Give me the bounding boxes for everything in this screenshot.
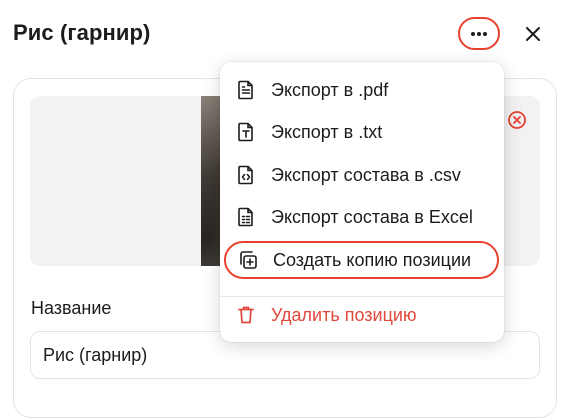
remove-circle-icon — [508, 111, 526, 129]
menu-item-label: Удалить позицию — [271, 304, 417, 325]
menu-item-label: Создать копию позиции — [273, 249, 472, 270]
copy-plus-icon — [238, 249, 258, 271]
menu-item-label: Экспорт состава в .csv — [271, 164, 461, 185]
menu-item-duplicate[interactable]: Создать копию позиции — [224, 241, 499, 279]
menu-item-export-csv[interactable]: Экспорт состава в .csv — [220, 156, 504, 194]
menu-item-label: Экспорт в .pdf — [271, 79, 389, 100]
menu-item-export-excel[interactable]: Экспорт состава в Excel — [220, 198, 504, 236]
menu-item-export-pdf[interactable]: Экспорт в .pdf — [220, 71, 504, 109]
page-title: Рис (гарнир) — [13, 20, 151, 45]
more-horizontal-icon — [471, 31, 487, 36]
file-type-icon — [236, 121, 256, 143]
file-spreadsheet-icon — [236, 206, 256, 228]
trash-icon — [236, 304, 256, 326]
remove-photo-button[interactable] — [506, 109, 528, 131]
menu-item-delete[interactable]: Удалить позицию — [220, 296, 504, 334]
file-text-icon — [236, 79, 256, 101]
name-label: Название — [31, 298, 112, 318]
close-icon — [526, 27, 540, 41]
close-button[interactable] — [521, 22, 545, 46]
more-options-menu: Экспорт в .pdf Экспорт в .txt Экспорт со… — [220, 62, 504, 342]
menu-item-label: Экспорт состава в Excel — [271, 206, 473, 227]
file-code-icon — [236, 164, 256, 186]
menu-item-label: Экспорт в .txt — [271, 121, 383, 142]
more-options-button[interactable] — [458, 17, 500, 50]
menu-item-export-txt[interactable]: Экспорт в .txt — [220, 113, 504, 151]
